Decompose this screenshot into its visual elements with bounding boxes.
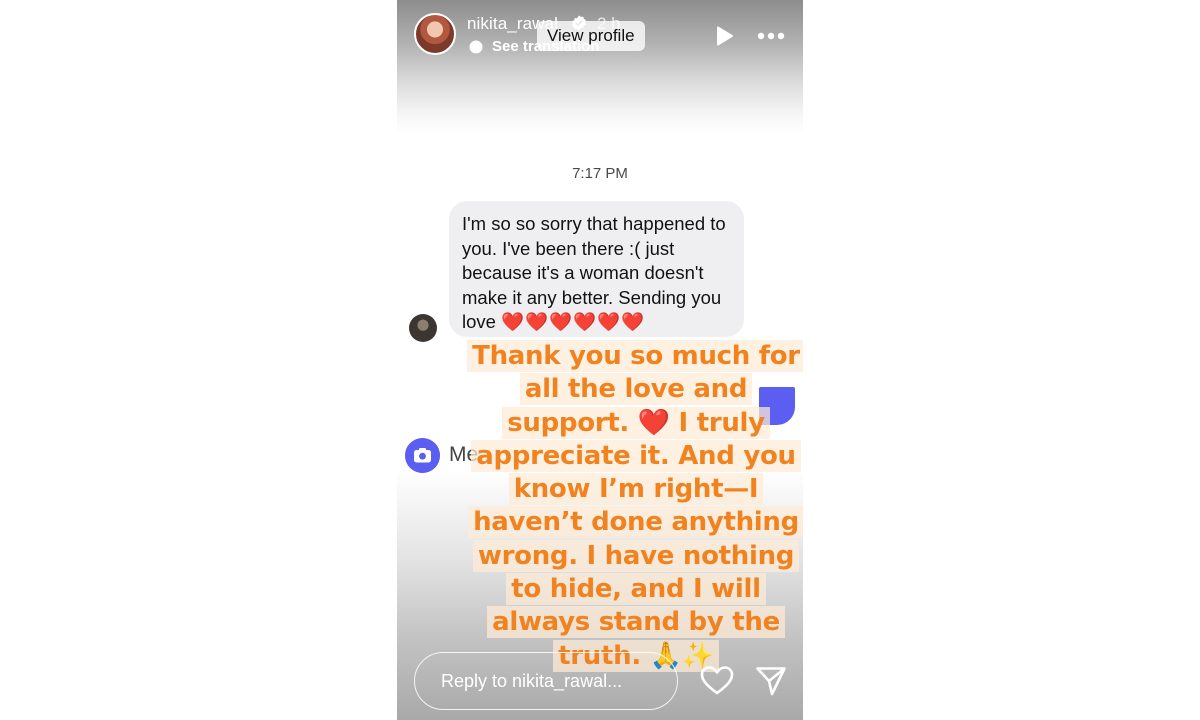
- message-timestamp: 7:17 PM: [572, 165, 628, 182]
- caption-line: always stand by the: [487, 606, 785, 639]
- caption-line: Thank you so much for: [467, 340, 803, 372]
- heart-icon[interactable]: [700, 665, 734, 697]
- caption-line: haven’t done anything: [468, 506, 803, 539]
- story-caption: Thank you so much for all the love and s…: [459, 340, 803, 673]
- play-icon[interactable]: [713, 25, 735, 47]
- translate-icon: [469, 40, 483, 54]
- more-options-icon[interactable]: [756, 25, 786, 47]
- story-viewer: nikita_rawal 2 h View profile See transl…: [397, 0, 803, 720]
- camera-icon: [405, 438, 440, 473]
- caption-line: to hide, and I will: [506, 573, 766, 606]
- caption-line: all the love and: [519, 373, 753, 406]
- caption-line: know I’m right—I: [508, 473, 764, 506]
- message-text: I'm so so sorry that happened to you. I'…: [462, 212, 734, 335]
- message-bubble: I'm so so sorry that happened to you. I'…: [449, 201, 744, 337]
- send-icon[interactable]: [755, 665, 787, 697]
- caption-line: support. ❤️ I truly: [502, 406, 770, 439]
- sender-avatar: [409, 314, 437, 342]
- caption-line: appreciate it. And you: [471, 439, 801, 472]
- caption-line: wrong. I have nothing: [472, 539, 800, 572]
- profile-avatar[interactable]: [414, 13, 456, 55]
- message-hearts: ❤️❤️❤️❤️❤️❤️: [501, 311, 646, 332]
- see-translation-link[interactable]: See translation: [492, 38, 600, 55]
- reply-input[interactable]: Reply to nikita_rawal...: [414, 652, 678, 710]
